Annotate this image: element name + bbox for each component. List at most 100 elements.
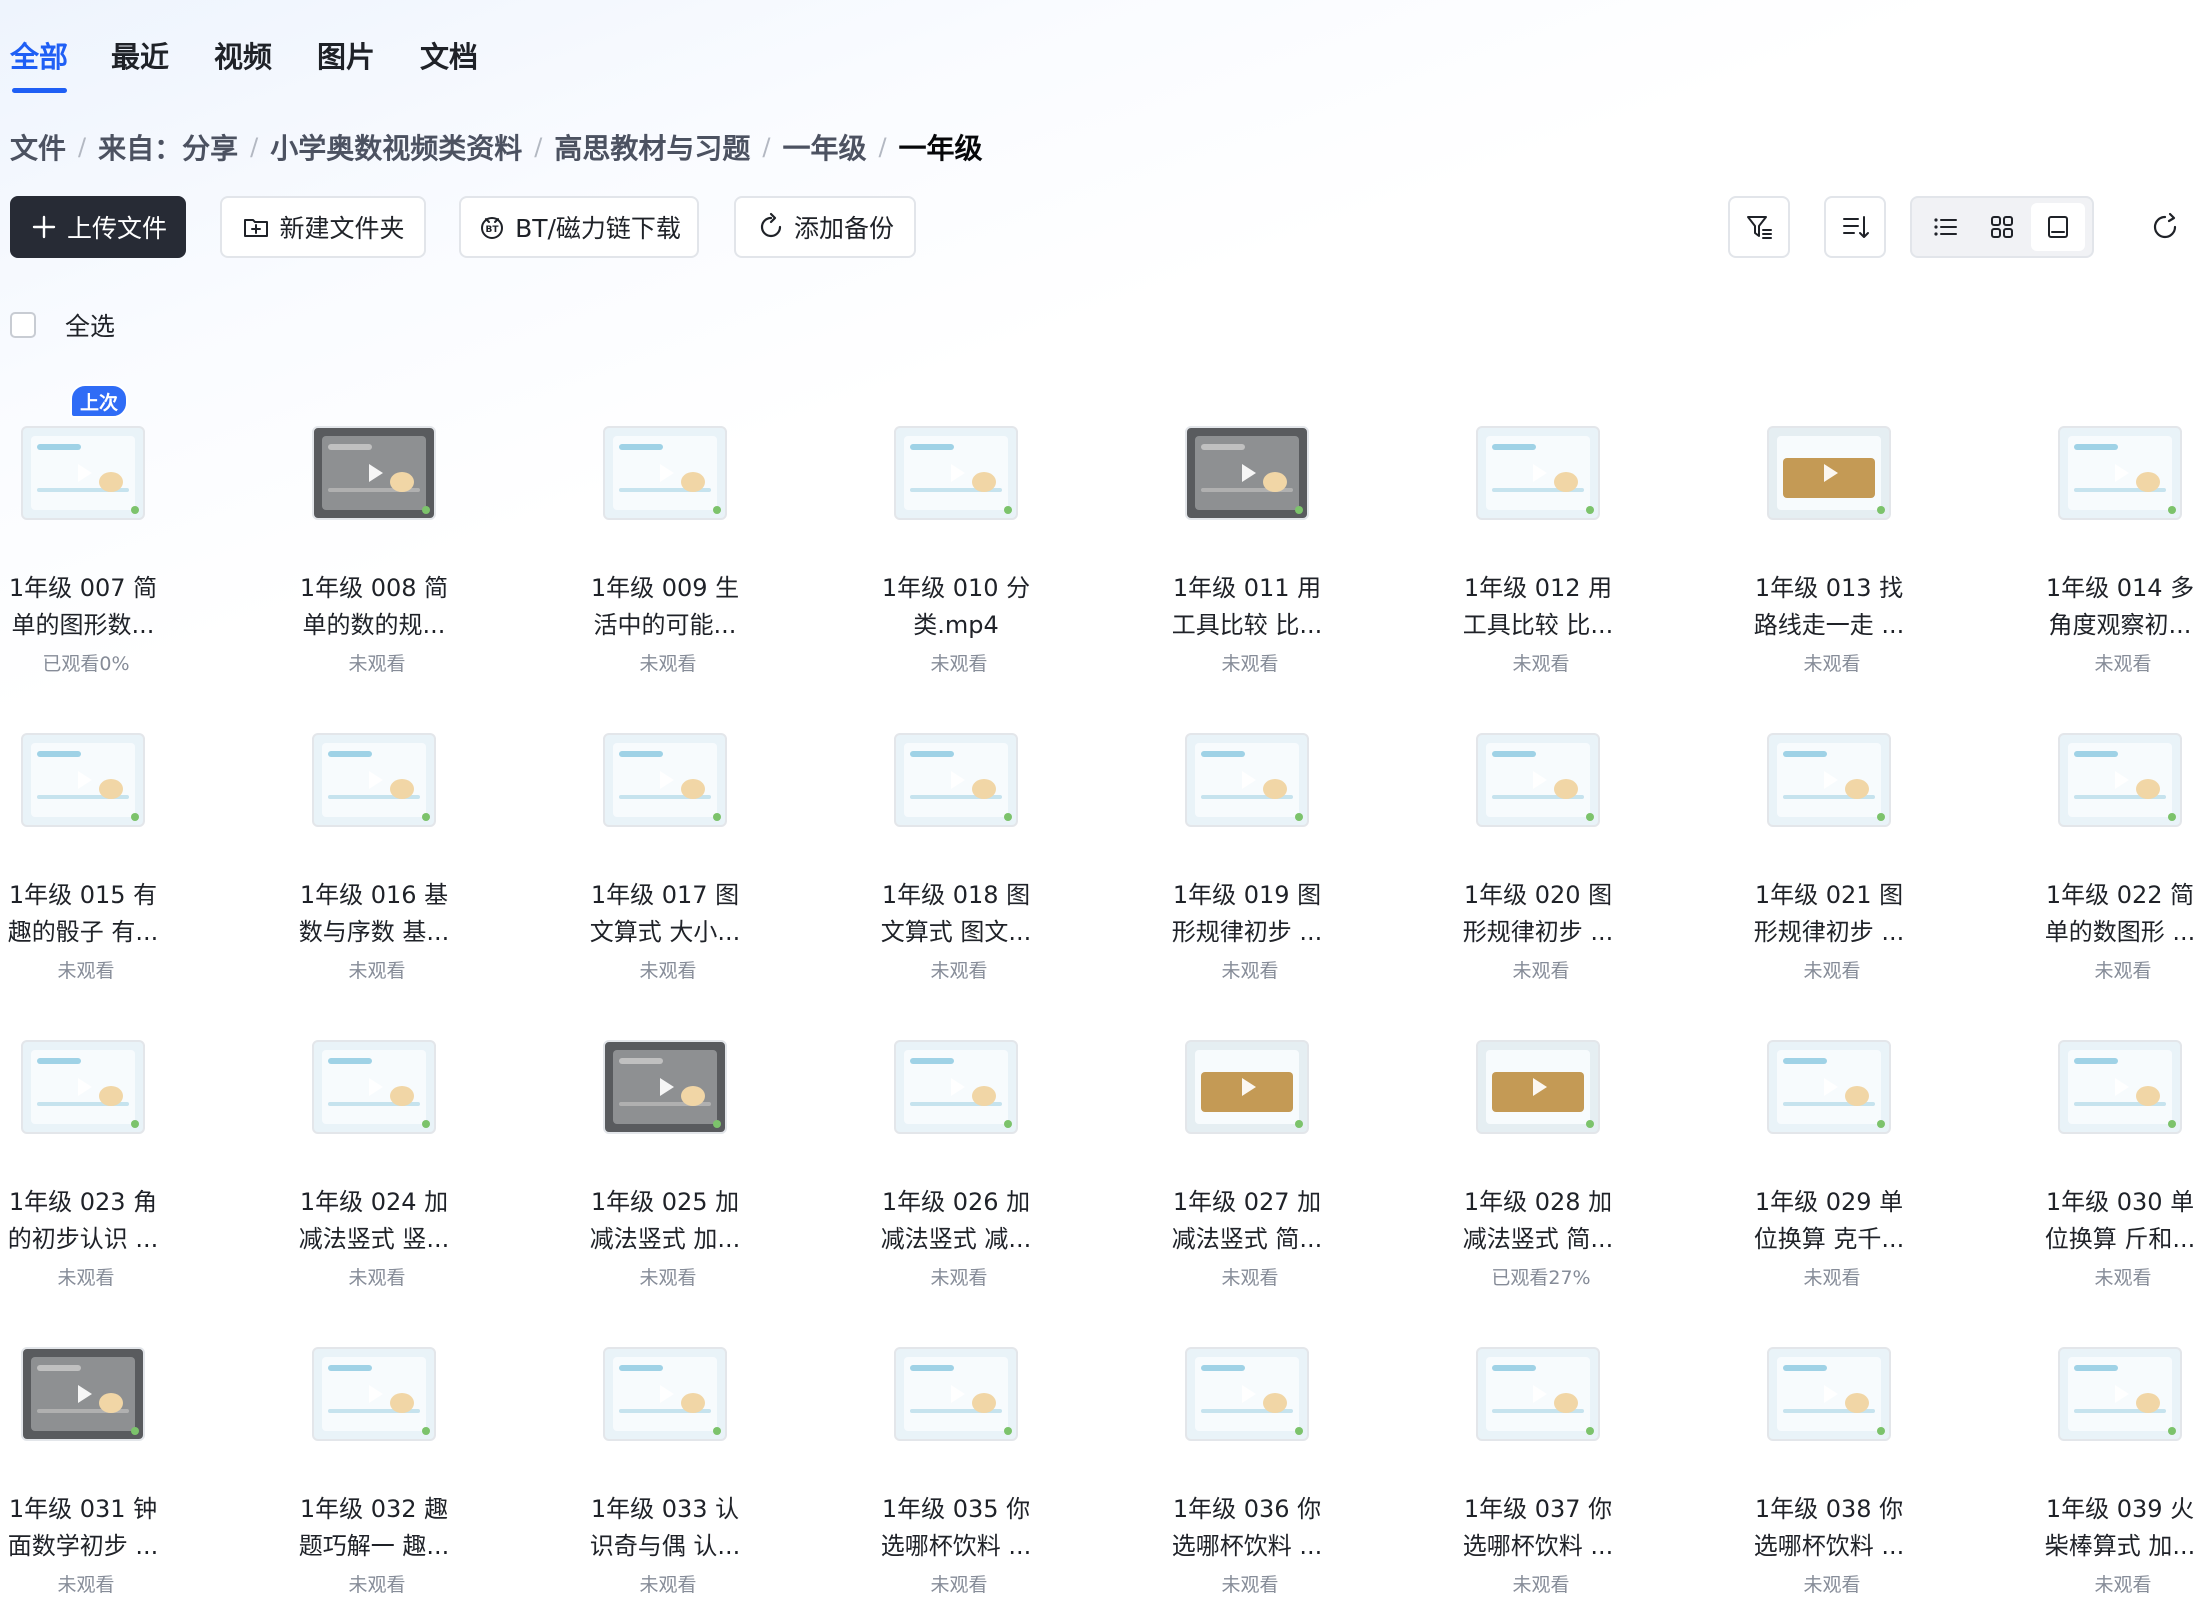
file-item[interactable]: 1年级 025 加 减法竖式 加... 未观看 [533,1014,803,1320]
tab-video[interactable]: 视频 [214,34,272,76]
video-thumbnail[interactable] [21,1347,145,1441]
leaf-decoration-icon [2168,506,2176,514]
filter-button[interactable] [1728,196,1790,258]
video-thumbnail[interactable] [312,426,436,520]
play-icon [2115,464,2129,482]
file-item[interactable]: 1年级 029 单 位换算 克千... 未观看 [1697,1014,1967,1320]
video-thumbnail[interactable] [21,733,145,827]
file-item[interactable]: 1年级 021 图 形规律初步 ... 未观看 [1697,707,1967,1013]
file-item[interactable]: 1年级 010 分 类.mp4 未观看 [824,400,1094,706]
list-view-button[interactable] [1919,203,1973,251]
video-thumbnail[interactable] [603,1040,727,1134]
tab-recent[interactable]: 最近 [111,34,169,76]
file-item[interactable]: 1年级 027 加 减法竖式 简... 未观看 [1115,1014,1385,1320]
file-item[interactable]: 1年级 016 基 数与序数 基... 未观看 [242,707,512,1013]
file-item[interactable]: 1年级 035 你 选哪杯饮料 ... 未观看 [824,1321,1094,1601]
video-thumbnail[interactable] [603,733,727,827]
video-thumbnail[interactable] [1767,733,1891,827]
video-thumbnail[interactable] [1476,1347,1600,1441]
file-item[interactable]: 1年级 022 简 单的数图形 ... 未观看 [1988,707,2211,1013]
video-thumbnail[interactable] [21,426,145,520]
tab-images[interactable]: 图片 [317,34,375,76]
breadcrumb-item-grade1[interactable]: 一年级 [782,127,866,167]
file-item[interactable]: 1年级 019 图 形规律初步 ... 未观看 [1115,707,1385,1013]
video-thumbnail[interactable] [894,733,1018,827]
bt-magnet-download-button[interactable]: BT BT/磁力链下载 [459,196,699,258]
thumbnail-view-button[interactable] [2031,203,2085,251]
add-backup-button[interactable]: 添加备份 [734,196,916,258]
breadcrumb-item-shared[interactable]: 来自：分享 [98,127,238,167]
file-item[interactable]: 1年级 028 加 减法竖式 简... 已观看27% [1406,1014,1676,1320]
video-thumbnail[interactable] [1476,733,1600,827]
file-name: 1年级 013 找 路线走一走 ... [1753,574,1905,639]
file-item[interactable]: 上次 1年级 007 简 单的图形数... 已观看0% [0,384,221,706]
video-thumbnail[interactable] [894,1347,1018,1441]
video-thumbnail[interactable] [312,733,436,827]
play-icon [660,464,674,482]
video-thumbnail[interactable] [312,1347,436,1441]
video-thumbnail[interactable] [1185,426,1309,520]
file-item[interactable]: 1年级 031 钟 面数学初步 ... 未观看 [0,1321,221,1601]
tab-documents[interactable]: 文档 [420,34,478,76]
video-thumbnail[interactable] [603,1347,727,1441]
video-thumbnail[interactable] [1476,1040,1600,1134]
breadcrumb-item-gaosi-materials[interactable]: 高思教材与习题 [554,127,750,167]
new-folder-button[interactable]: 新建文件夹 [220,196,426,258]
new-folder-button-label: 新建文件夹 [279,214,405,243]
thumbnail-illustration [1263,779,1287,799]
file-item[interactable]: 1年级 009 生 活中的可能... 未观看 [533,400,803,706]
file-item[interactable]: 1年级 018 图 文算式 图文... 未观看 [824,707,1094,1013]
video-thumbnail[interactable] [1185,733,1309,827]
file-item[interactable]: 1年级 011 用 工具比较 比... 未观看 [1115,400,1385,706]
file-item[interactable]: 1年级 017 图 文算式 大小... 未观看 [533,707,803,1013]
breadcrumb-item-files[interactable]: 文件 [10,127,66,167]
file-item[interactable]: 1年级 014 多 角度观察初... 未观看 [1988,400,2211,706]
video-thumbnail[interactable] [1476,426,1600,520]
video-thumbnail[interactable] [1767,426,1891,520]
thumbnail-illustration [1554,1393,1578,1413]
file-item[interactable]: 1年级 036 你 选哪杯饮料 ... 未观看 [1115,1321,1385,1601]
file-item[interactable]: 1年级 037 你 选哪杯饮料 ... 未观看 [1406,1321,1676,1601]
video-thumbnail[interactable] [2058,1040,2182,1134]
watch-status: 未观看 [1803,1574,1861,1596]
refresh-button[interactable] [2140,196,2190,258]
file-item[interactable]: 1年级 013 找 路线走一走 ... 未观看 [1697,400,1967,706]
video-thumbnail[interactable] [894,1040,1018,1134]
video-thumbnail[interactable] [1767,1040,1891,1134]
play-icon [660,1385,674,1403]
video-thumbnail[interactable] [2058,426,2182,520]
video-thumbnail[interactable] [1767,1347,1891,1441]
video-thumbnail[interactable] [1185,1347,1309,1441]
video-thumbnail[interactable] [2058,733,2182,827]
refresh-icon [2148,210,2182,244]
file-item[interactable]: 1年级 020 图 形规律初步 ... 未观看 [1406,707,1676,1013]
file-item[interactable]: 1年级 033 认 识奇与偶 认... 未观看 [533,1321,803,1601]
leaf-decoration-icon [1877,1120,1885,1128]
file-item[interactable]: 1年级 023 角 的初步认识 ... 未观看 [0,1014,221,1320]
leaf-decoration-icon [2168,1427,2176,1435]
file-item[interactable]: 1年级 030 单 位换算 斤和... 未观看 [1988,1014,2211,1320]
breadcrumb-item-olympiad-videos[interactable]: 小学奥数视频类资料 [270,127,522,167]
grid-view-button[interactable] [1975,203,2029,251]
file-item[interactable]: 1年级 038 你 选哪杯饮料 ... 未观看 [1697,1321,1967,1601]
video-thumbnail[interactable] [1185,1040,1309,1134]
video-thumbnail[interactable] [312,1040,436,1134]
file-item[interactable]: 1年级 008 简 单的数的规... 未观看 [242,400,512,706]
file-item[interactable]: 1年级 039 火 柴棒算式 加... 未观看 [1988,1321,2211,1601]
video-thumbnail[interactable] [21,1040,145,1134]
file-item[interactable]: 1年级 024 加 减法竖式 竖... 未观看 [242,1014,512,1320]
file-item[interactable]: 1年级 026 加 减法竖式 减... 未观看 [824,1014,1094,1320]
file-name: 1年级 024 加 减法竖式 竖... [298,1188,450,1253]
leaf-decoration-icon [422,1427,430,1435]
file-item[interactable]: 1年级 012 用 工具比较 比... 未观看 [1406,400,1676,706]
upload-button[interactable]: 上传文件 [10,196,186,258]
file-item[interactable]: 1年级 032 趣 题巧解一 趣... 未观看 [242,1321,512,1601]
leaf-decoration-icon [131,506,139,514]
video-thumbnail[interactable] [2058,1347,2182,1441]
video-thumbnail[interactable] [603,426,727,520]
tab-all[interactable]: 全部 [10,34,68,76]
sort-button[interactable] [1824,196,1886,258]
select-all-checkbox[interactable] [10,312,36,338]
video-thumbnail[interactable] [894,426,1018,520]
file-item[interactable]: 1年级 015 有 趣的骰子 有... 未观看 [0,707,221,1013]
